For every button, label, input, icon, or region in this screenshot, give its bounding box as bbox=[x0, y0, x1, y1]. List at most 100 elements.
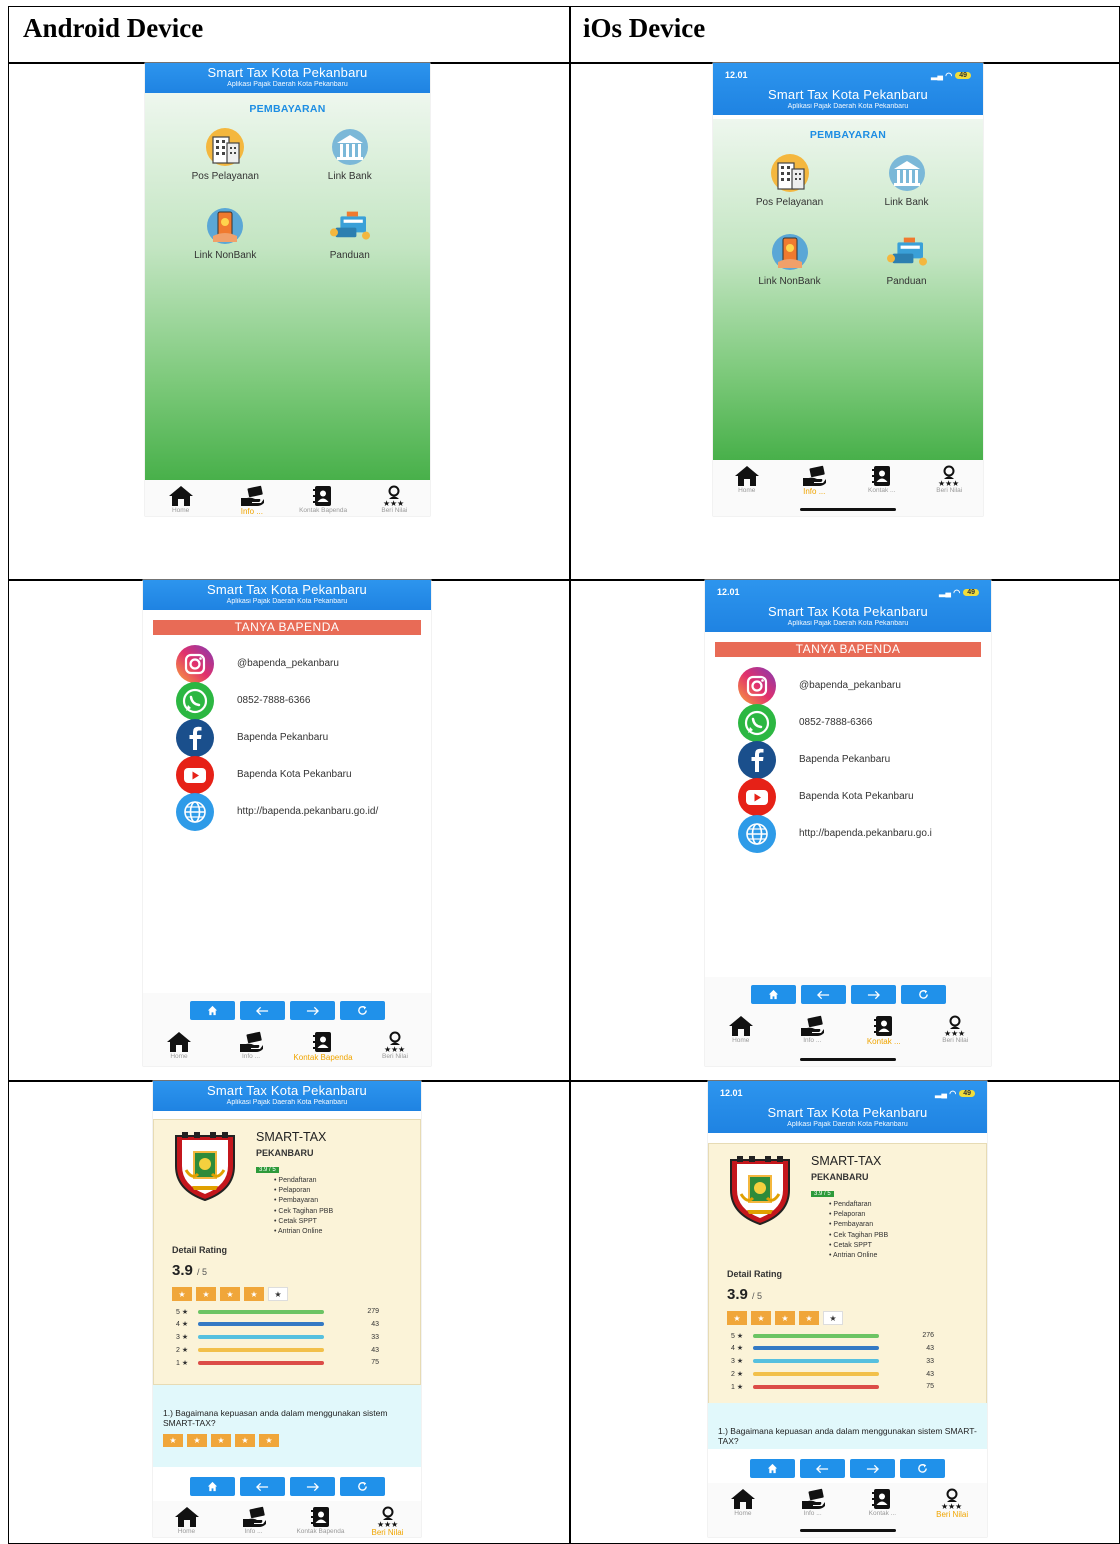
nav-home[interactable]: Home bbox=[711, 1015, 771, 1066]
contact-facebook[interactable]: Bapenda Pekanbaru bbox=[143, 718, 431, 757]
nav-contact[interactable]: Kontak Bapenda bbox=[293, 485, 353, 516]
contact-instagram[interactable]: @bapenda_pekanbaru bbox=[143, 644, 431, 683]
star-icon: ★ bbox=[751, 1311, 771, 1326]
back-button[interactable] bbox=[239, 1477, 285, 1496]
question-stars[interactable]: ★ ★ ★ ★ ★ bbox=[163, 1434, 411, 1447]
menu-label: Panduan bbox=[329, 250, 370, 261]
nav-rating[interactable]: ★ ★ ★ Beri Nilai bbox=[365, 1031, 425, 1066]
menu-bank[interactable]: Link Bank bbox=[288, 127, 413, 182]
nav-info[interactable]: Info ... bbox=[221, 1031, 281, 1066]
forward-button[interactable] bbox=[850, 1459, 895, 1478]
nav-contact[interactable]: Kontak Bapenda bbox=[291, 1506, 351, 1537]
bottom-navigation: Home Info ... Kontak Bapenda ★ ★ ★ Beri Nilai bbox=[143, 1026, 431, 1066]
distribution-bar bbox=[753, 1384, 879, 1389]
nav-label: Home bbox=[734, 1510, 752, 1517]
menu-payment-guide[interactable]: Panduan bbox=[288, 206, 413, 261]
home-button[interactable] bbox=[750, 985, 796, 1004]
menu-building[interactable]: Pos Pelayanan bbox=[731, 153, 848, 208]
bottom-navigation: Home Info ... Kontak ... ★ ★ ★ Beri Nilai bbox=[705, 1010, 991, 1066]
menu-building[interactable]: Pos Pelayanan bbox=[163, 127, 288, 182]
forward-button[interactable] bbox=[850, 985, 896, 1004]
contact-icon bbox=[869, 1488, 895, 1510]
column-divider bbox=[569, 7, 571, 1543]
star-level: 2 ★ bbox=[176, 1347, 189, 1354]
distribution-count: 43 bbox=[926, 1370, 934, 1378]
reload-button[interactable] bbox=[339, 1477, 385, 1496]
back-button[interactable] bbox=[239, 1001, 285, 1020]
nav-home[interactable]: Home bbox=[713, 1488, 773, 1537]
svg-text:★: ★ bbox=[952, 479, 959, 487]
contact-text: @bapenda_pekanbaru bbox=[799, 680, 901, 691]
home-icon bbox=[730, 1488, 756, 1510]
question-text: 1.) Bagaimana kepuasan anda dalam menggu… bbox=[718, 1426, 977, 1446]
nav-label: Info ... bbox=[803, 1037, 822, 1044]
star-icon[interactable]: ★ bbox=[259, 1434, 279, 1447]
nav-label: Kontak Bapenda bbox=[299, 507, 348, 514]
payment-guide-icon bbox=[326, 206, 374, 246]
nav-home[interactable]: Home bbox=[717, 465, 777, 516]
contact-icon bbox=[869, 465, 895, 487]
reload-button[interactable] bbox=[900, 985, 946, 1004]
nav-label: Beri Nilai bbox=[381, 507, 408, 514]
forward-button[interactable] bbox=[289, 1477, 335, 1496]
contact-whatsapp[interactable]: 0852-7888-6366 bbox=[143, 681, 431, 720]
reload-button[interactable] bbox=[900, 1459, 945, 1478]
nav-rating[interactable]: ★ ★ ★ Beri Nilai bbox=[919, 465, 979, 516]
forward-button[interactable] bbox=[289, 1001, 335, 1020]
nav-info[interactable]: Info ... bbox=[222, 485, 282, 516]
contact-facebook[interactable]: Bapenda Pekanbaru bbox=[705, 740, 991, 779]
nav-rating[interactable]: ★ ★ ★ Beri Nilai bbox=[358, 1506, 418, 1537]
home-button[interactable] bbox=[189, 1001, 235, 1020]
contact-youtube[interactable]: Bapenda Kota Pekanbaru bbox=[143, 755, 431, 794]
back-button[interactable] bbox=[800, 1459, 845, 1478]
score-max: / 5 bbox=[197, 1267, 208, 1278]
star-icon[interactable]: ★ bbox=[211, 1434, 231, 1447]
youtube-icon bbox=[737, 777, 777, 817]
home-button[interactable] bbox=[750, 1459, 795, 1478]
footer bbox=[705, 977, 991, 1010]
nav-info[interactable]: Info ... bbox=[224, 1506, 284, 1537]
contact-youtube[interactable]: Bapenda Kota Pekanbaru bbox=[705, 777, 991, 817]
status-time: 12.01 bbox=[717, 587, 740, 597]
contact-icon bbox=[308, 1506, 334, 1528]
star-level: 4 ★ bbox=[731, 1345, 744, 1353]
nav-label: Home bbox=[732, 1037, 750, 1044]
distribution-bar bbox=[753, 1372, 879, 1376]
payment-body: PEMBAYARAN Pos Pelayanan Link Bank Link Non… bbox=[145, 93, 430, 480]
feature-item: Pelaporan bbox=[829, 1210, 888, 1220]
nav-rating[interactable]: ★ ★ ★ Beri Nilai bbox=[922, 1488, 982, 1537]
nav-home[interactable]: Home bbox=[151, 485, 211, 516]
mobile-payment-icon bbox=[766, 232, 814, 272]
reload-button[interactable] bbox=[339, 1001, 385, 1020]
app-header: Smart Tax Kota Pekanbaru Aplikasi Pajak D… bbox=[143, 580, 431, 610]
star-icon[interactable]: ★ bbox=[235, 1434, 255, 1447]
star-rating: ★ ★ ★ ★ ★ bbox=[727, 1311, 986, 1326]
menu-payment-guide[interactable]: Panduan bbox=[848, 232, 965, 287]
contact-instagram[interactable]: @bapenda_pekanbaru bbox=[705, 666, 991, 705]
feature-item: Cetak SPPT bbox=[829, 1241, 888, 1251]
menu-mobile-payment[interactable]: Link NonBank bbox=[731, 232, 848, 287]
detail-rating-label: Detail Rating bbox=[727, 1269, 783, 1280]
distribution-row: 2 ★ 43 bbox=[731, 1368, 986, 1381]
app-title: Smart Tax Kota Pekanbaru bbox=[207, 1083, 367, 1098]
contact-globe[interactable]: http://bapenda.pekanbaru.go.i bbox=[705, 814, 991, 853]
contact-globe[interactable]: http://bapenda.pekanbaru.go.id/ bbox=[143, 792, 431, 831]
android-payment-screen: Smart Tax Kota Pekanbaru Aplikasi Pajak D… bbox=[145, 63, 430, 516]
nav-rating[interactable]: ★ ★ ★ Beri Nilai bbox=[364, 485, 424, 516]
nav-rating[interactable]: ★ ★ ★ Beri Nilai bbox=[925, 1015, 985, 1066]
menu-mobile-payment[interactable]: Link NonBank bbox=[163, 206, 288, 261]
nav-home[interactable]: Home bbox=[157, 1506, 217, 1537]
menu-label: Panduan bbox=[886, 276, 927, 287]
home-button[interactable] bbox=[189, 1477, 235, 1496]
star-icon[interactable]: ★ bbox=[163, 1434, 183, 1447]
back-button[interactable] bbox=[800, 985, 846, 1004]
contact-whatsapp[interactable]: 0852-7888-6366 bbox=[705, 703, 991, 742]
nav-home[interactable]: Home bbox=[149, 1031, 209, 1066]
nav-contact[interactable]: Kontak Bapenda bbox=[293, 1031, 353, 1066]
contact-text: 0852-7888-6366 bbox=[799, 717, 873, 728]
distribution-count: 276 bbox=[922, 1332, 934, 1340]
bank-icon bbox=[883, 153, 931, 193]
feature-list: PendaftaranPelaporanPembayaranCek Tagiha… bbox=[829, 1200, 888, 1261]
star-icon[interactable]: ★ bbox=[187, 1434, 207, 1447]
menu-bank[interactable]: Link Bank bbox=[848, 153, 965, 208]
